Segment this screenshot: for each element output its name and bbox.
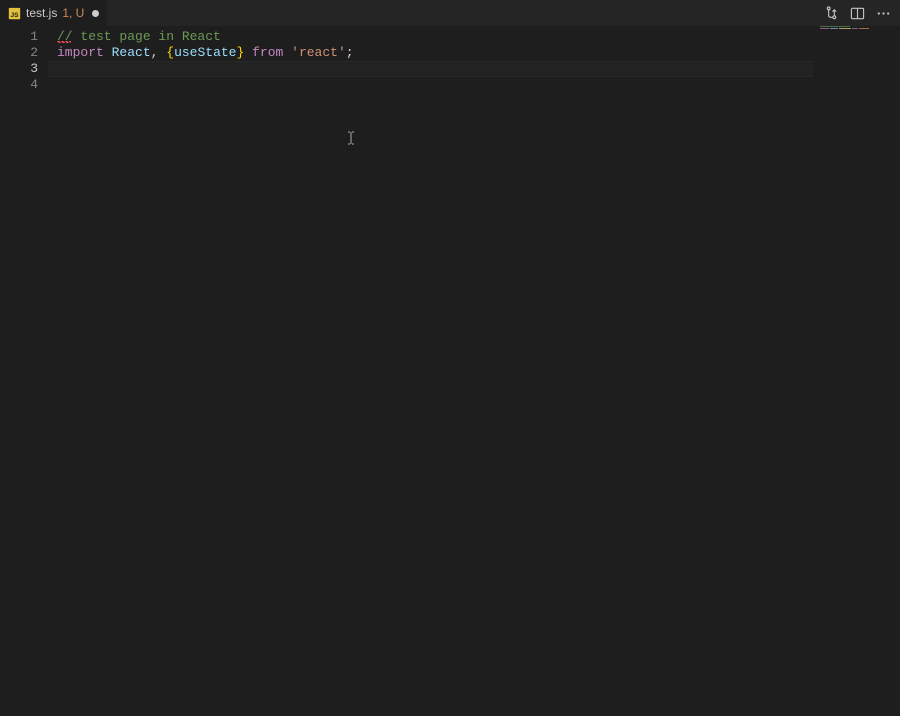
tab-filename: test.js	[26, 6, 57, 20]
svg-text:JS: JS	[11, 11, 20, 18]
editor-tab[interactable]: JS test.js 1, U	[0, 0, 108, 26]
code-token: ;	[346, 45, 354, 60]
code-content[interactable]: // test page in React import React, {use…	[48, 26, 900, 716]
code-token: 'react'	[291, 45, 346, 60]
editor-actions	[822, 4, 900, 22]
minimap-line	[820, 28, 900, 30]
tab-modified-indicator: 1, U	[62, 6, 84, 20]
javascript-file-icon: JS	[8, 7, 21, 20]
line-number-gutter: 1 2 3 4	[0, 26, 48, 716]
code-token: {	[166, 45, 174, 60]
code-token	[283, 45, 291, 60]
tab-bar: JS test.js 1, U	[0, 0, 900, 26]
code-token: React	[112, 45, 151, 60]
code-token: // test page in React	[57, 29, 221, 44]
code-token: import	[57, 45, 104, 60]
editor-area[interactable]: 1 2 3 4 // test page in React import Rea…	[0, 26, 900, 716]
compare-changes-icon[interactable]	[822, 4, 840, 22]
code-token: useState	[174, 45, 236, 60]
line-number: 2	[0, 45, 48, 61]
line-number: 4	[0, 77, 48, 93]
text-cursor-icon	[347, 131, 355, 145]
line-number: 1	[0, 29, 48, 45]
tab-group: JS test.js 1, U	[0, 0, 108, 26]
code-line[interactable]	[57, 77, 900, 93]
minimap[interactable]	[820, 26, 900, 32]
split-editor-icon[interactable]	[848, 4, 866, 22]
error-squiggle	[57, 41, 71, 43]
line-number: 3	[0, 61, 48, 77]
code-token: from	[252, 45, 283, 60]
code-token	[104, 45, 112, 60]
code-token: ,	[151, 45, 167, 60]
current-line-highlight	[48, 61, 813, 77]
unsaved-indicator-icon	[92, 10, 99, 17]
more-actions-icon[interactable]	[874, 4, 892, 22]
code-line[interactable]: // test page in React	[57, 29, 900, 45]
code-token	[244, 45, 252, 60]
code-line[interactable]: import React, {useState} from 'react';	[57, 45, 900, 61]
